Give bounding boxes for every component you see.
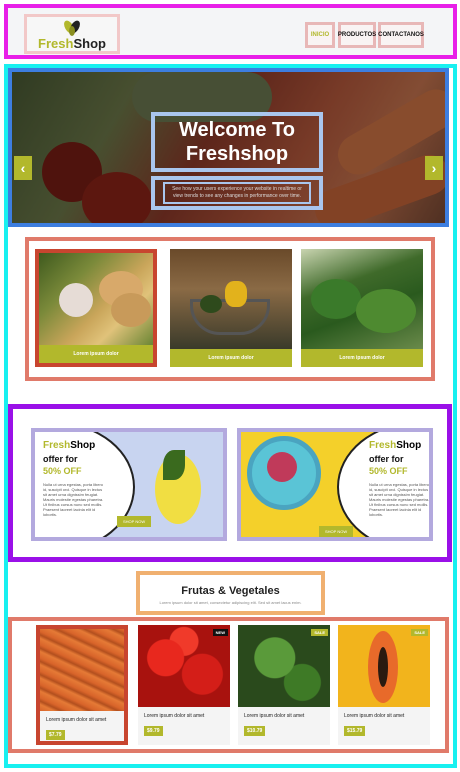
- shop-now-button[interactable]: SHOP NOW: [117, 516, 152, 527]
- product-card[interactable]: NEW Lorem ipsum dolor sit amet $9.79: [138, 625, 230, 745]
- section-title: Frutas & Vegetales: [181, 585, 280, 597]
- category-card[interactable]: Lorem ipsum dolor: [170, 249, 292, 367]
- greens-image: [301, 249, 423, 349]
- leaf-logo-icon: [61, 19, 83, 37]
- greens-product-image: [238, 625, 330, 707]
- nav-contactanos[interactable]: CONTACTANOS: [378, 22, 424, 48]
- category-label: Lorem ipsum dolor: [301, 349, 423, 367]
- promo-offer: offer for: [43, 454, 78, 464]
- nav-inicio[interactable]: INICIO: [305, 22, 335, 48]
- product-card[interactable]: Lorem ipsum dolor sit amet $7.79: [36, 625, 128, 745]
- papaya-image: [338, 625, 430, 707]
- promo-offer: offer for: [369, 454, 404, 464]
- promo-text: Nulla ut urna egestas, porta libero id, …: [43, 482, 104, 517]
- hero-subtitle: See how your users experience your websi…: [163, 182, 311, 204]
- promo-discount: 50% OFF: [43, 466, 82, 476]
- nav-productos[interactable]: PRODUCTOS: [338, 22, 376, 48]
- product-name: Lorem ipsum dolor sit amet: [46, 717, 107, 723]
- promo-card-bowl[interactable]: FreshShop offer for 50% OFF Nulla ut urn…: [237, 428, 433, 541]
- product-name: Lorem ipsum dolor sit amet: [144, 713, 205, 719]
- promo-card-lemon[interactable]: FreshShop offer for 50% OFF Nulla ut urn…: [31, 428, 227, 541]
- product-card[interactable]: SALE Lorem ipsum dolor sit amet $15.79: [338, 625, 430, 745]
- carrots-image: [40, 629, 124, 711]
- tomatoes-image: [138, 625, 230, 707]
- section-subtitle: Lorem ipsum dolor sit amet, consectetur …: [159, 600, 302, 605]
- promo-brand: FreshShop: [43, 440, 96, 451]
- category-card[interactable]: Lorem ipsum dolor: [35, 249, 157, 367]
- chevron-right-icon[interactable]: ›: [425, 156, 443, 180]
- vegetables-image: [39, 253, 153, 353]
- product-name: Lorem ipsum dolor sit amet: [244, 713, 305, 719]
- product-price: $9.79: [144, 726, 163, 736]
- site-logo[interactable]: FreshShop: [24, 14, 120, 54]
- promo-text: Nulla ut urna egestas, porta libero id, …: [369, 482, 430, 517]
- hero-slider: Welcome To Freshshop See how your users …: [8, 68, 449, 227]
- product-grid: Lorem ipsum dolor sit amet $7.79 NEW Lor…: [8, 617, 449, 753]
- promo-discount: 50% OFF: [369, 466, 408, 476]
- product-price: $7.79: [46, 730, 65, 740]
- product-name: Lorem ipsum dolor sit amet: [344, 713, 405, 719]
- sale-badge: SALE: [311, 629, 328, 636]
- section-heading: Frutas & Vegetales Lorem ipsum dolor sit…: [136, 571, 325, 615]
- category-card[interactable]: Lorem ipsum dolor: [301, 249, 423, 367]
- product-card[interactable]: SALE Lorem ipsum dolor sit amet $10.79: [238, 625, 330, 745]
- new-badge: NEW: [212, 629, 228, 636]
- leaf-decoration: [163, 450, 185, 480]
- promo-section: FreshShop offer for 50% OFF Nulla ut urn…: [8, 404, 452, 562]
- promo-brand: FreshShop: [369, 440, 422, 451]
- hero-subtitle-box: See how your users experience your websi…: [151, 176, 323, 210]
- category-row: Lorem ipsum dolor Lorem ipsum dolor Lore…: [25, 237, 435, 381]
- site-header: FreshShop INICIO PRODUCTOS CONTACTANOS: [4, 4, 457, 59]
- hero-title: Welcome To Freshshop: [151, 112, 323, 172]
- sale-badge: SALE: [411, 629, 428, 636]
- category-label: Lorem ipsum dolor: [170, 349, 292, 367]
- category-label: Lorem ipsum dolor: [39, 345, 153, 363]
- basket-image: [170, 249, 292, 349]
- shop-now-button[interactable]: SHOP NOW: [319, 526, 354, 537]
- product-price: $10.79: [244, 726, 266, 736]
- chevron-left-icon[interactable]: ‹: [14, 156, 32, 180]
- logo-text: FreshShop: [38, 35, 106, 51]
- product-price: $15.79: [344, 726, 366, 736]
